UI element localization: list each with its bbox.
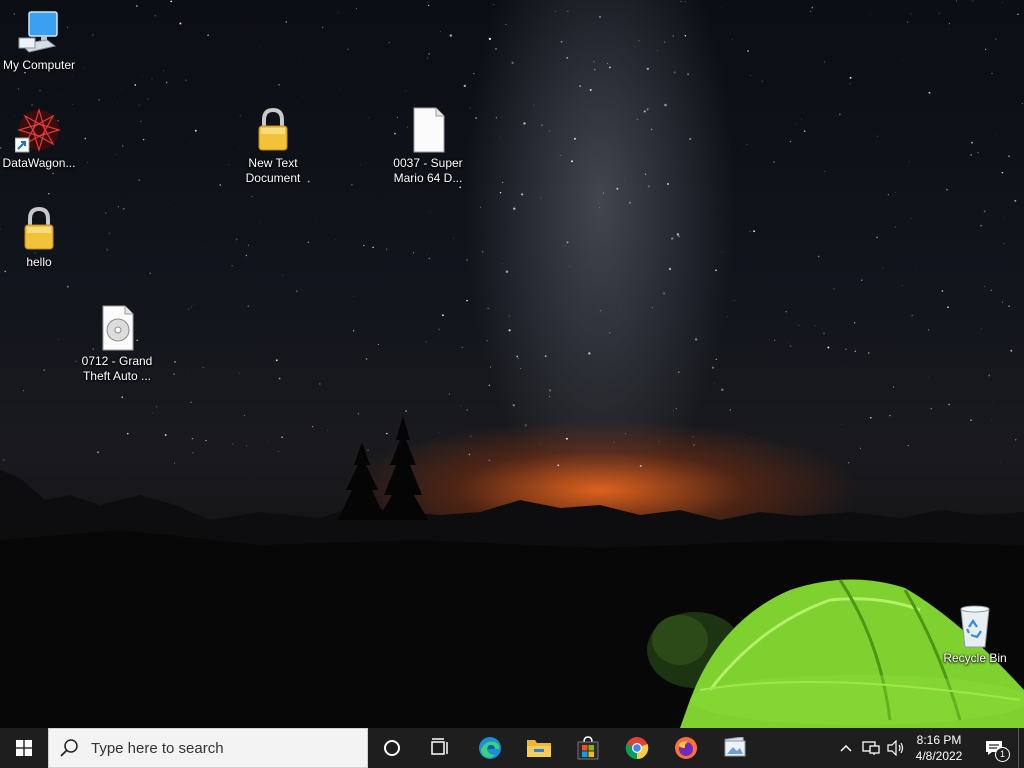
desktop-icon-label: New Text Document — [245, 156, 301, 185]
disc-image-file-icon — [102, 305, 134, 351]
volume-button[interactable] — [884, 728, 908, 768]
cortana-icon — [384, 740, 400, 756]
task-view-icon — [431, 738, 448, 755]
clock-date: 4/8/2022 — [915, 749, 963, 763]
clock-time: 8:16 PM — [916, 733, 962, 747]
network-icon — [862, 741, 880, 755]
desktop-icon-gta-file[interactable]: 0712 - Grand Theft Auto ... — [77, 304, 157, 384]
store-icon — [577, 736, 599, 760]
show-desktop-button[interactable] — [1018, 728, 1024, 768]
search-icon — [60, 739, 78, 757]
desktop-icon-label: 0037 - Super Mario 64 D... — [393, 156, 463, 185]
clock-button[interactable]: 8:16 PM 4/8/2022 — [908, 728, 970, 768]
desktop-icon-recycle-bin[interactable]: Recycle Bin — [935, 601, 1015, 666]
datawagon-shortcut-icon — [15, 107, 62, 153]
desktop[interactable]: My Computer DataWagon... hello 0712 - Gr… — [0, 0, 1024, 728]
desktop-icon-label: hello — [26, 255, 52, 269]
start-button[interactable] — [0, 728, 48, 768]
desktop-icon-label: DataWagon... — [2, 156, 76, 170]
folder-icon — [527, 740, 551, 757]
photo-viewer-button[interactable] — [711, 728, 759, 768]
chrome-icon — [625, 737, 649, 760]
photo-viewer-icon — [724, 737, 746, 757]
show-hidden-icons-button[interactable] — [836, 728, 856, 768]
desktop-icon-my-computer[interactable]: My Computer — [0, 8, 79, 73]
edge-button[interactable] — [466, 728, 514, 768]
firefox-button[interactable] — [662, 728, 710, 768]
taskbar-search-box[interactable] — [48, 728, 368, 768]
taskbar: 8:16 PM 4/8/2022 1 — [0, 728, 1024, 768]
firefox-icon — [675, 737, 697, 759]
edge-icon — [479, 737, 501, 759]
chrome-button[interactable] — [613, 728, 661, 768]
desktop-icon-new-text-document[interactable]: New Text Document — [233, 106, 313, 186]
lock-icon — [24, 206, 54, 250]
network-button[interactable] — [858, 728, 884, 768]
notification-count-badge: 1 — [995, 747, 1010, 762]
search-input[interactable] — [89, 729, 363, 767]
computer-icon — [18, 11, 58, 53]
store-button[interactable] — [564, 728, 612, 768]
task-view-button[interactable] — [416, 728, 464, 768]
recycle-bin-icon — [960, 605, 990, 648]
cortana-button[interactable] — [368, 728, 416, 768]
chevron-up-icon — [840, 744, 852, 752]
action-center-button[interactable]: 1 — [974, 728, 1014, 768]
desktop-icon-datawagon[interactable]: DataWagon... — [0, 106, 79, 171]
blank-file-icon — [413, 107, 445, 153]
desktop-icon-hello[interactable]: hello — [0, 205, 79, 270]
file-explorer-button[interactable] — [515, 728, 563, 768]
speaker-icon — [887, 740, 904, 756]
lock-icon — [258, 107, 288, 151]
desktop-icon-label: My Computer — [2, 58, 76, 72]
windows-logo-icon — [16, 740, 32, 756]
desktop-icon-label: 0712 - Grand Theft Auto ... — [81, 354, 153, 383]
desktop-icon-label: Recycle Bin — [943, 651, 1007, 665]
desktop-icon-super-mario-file[interactable]: 0037 - Super Mario 64 D... — [388, 106, 468, 186]
